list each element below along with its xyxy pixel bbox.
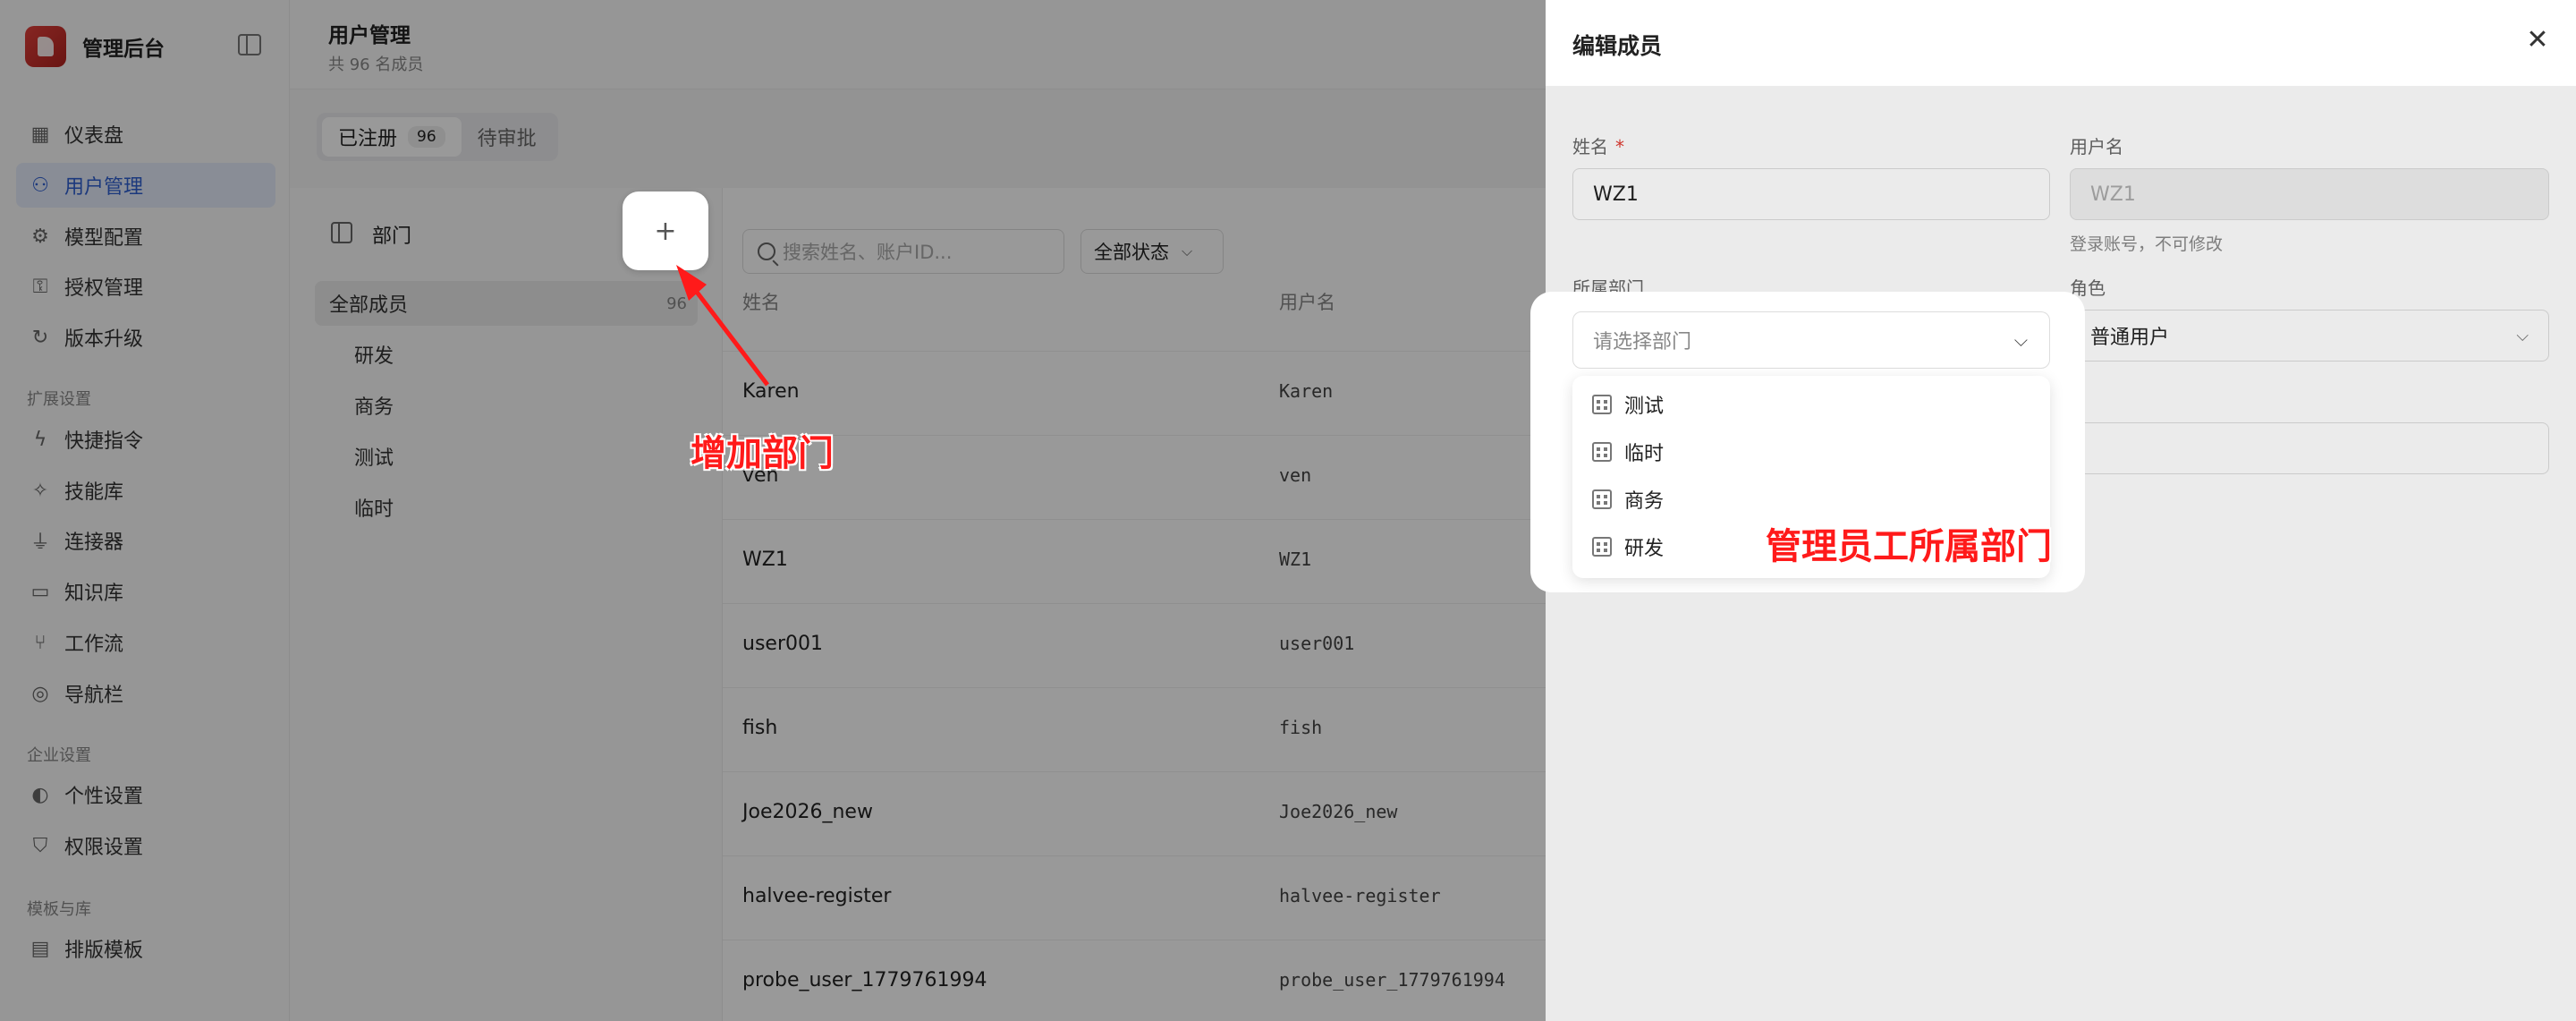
annotation-add-department: 增加部门 — [691, 433, 834, 474]
option-label: 测试 — [1624, 396, 1665, 418]
department-select-placeholder: 请选择部门 — [1593, 331, 1692, 353]
dropdown-option[interactable]: 商务 — [1592, 481, 1664, 517]
page: 管理后台 ▦ 仪表盘 ⚇ 用户管理 ⚙ 模型配置 ⚿ 授权管理 ↻ 版本升级 扩… — [0, 0, 2576, 1021]
building-icon — [1592, 537, 1612, 557]
annotation-manage-department: 管理员工所属部门 — [1766, 526, 2052, 567]
add-department-button-highlight[interactable]: + — [623, 191, 708, 270]
drawer-title: 编辑成员 — [1572, 33, 1663, 59]
building-icon — [1592, 489, 1612, 509]
option-label: 研发 — [1624, 538, 1665, 560]
building-icon — [1592, 442, 1612, 462]
building-icon — [1592, 395, 1612, 414]
option-label: 临时 — [1624, 443, 1665, 465]
modal-backdrop[interactable] — [0, 0, 1546, 1021]
chevron-down-icon: ⌵ — [2013, 329, 2028, 351]
option-label: 商务 — [1624, 490, 1665, 513]
department-select[interactable]: 请选择部门 ⌵ — [1572, 311, 2050, 369]
close-icon[interactable]: ✕ — [2524, 27, 2551, 54]
drawer-header: 编辑成员 ✕ — [1546, 0, 2576, 87]
dropdown-option[interactable]: 临时 — [1592, 434, 1664, 470]
dropdown-option[interactable]: 测试 — [1592, 387, 1664, 422]
dropdown-option[interactable]: 研发 — [1592, 529, 1664, 565]
